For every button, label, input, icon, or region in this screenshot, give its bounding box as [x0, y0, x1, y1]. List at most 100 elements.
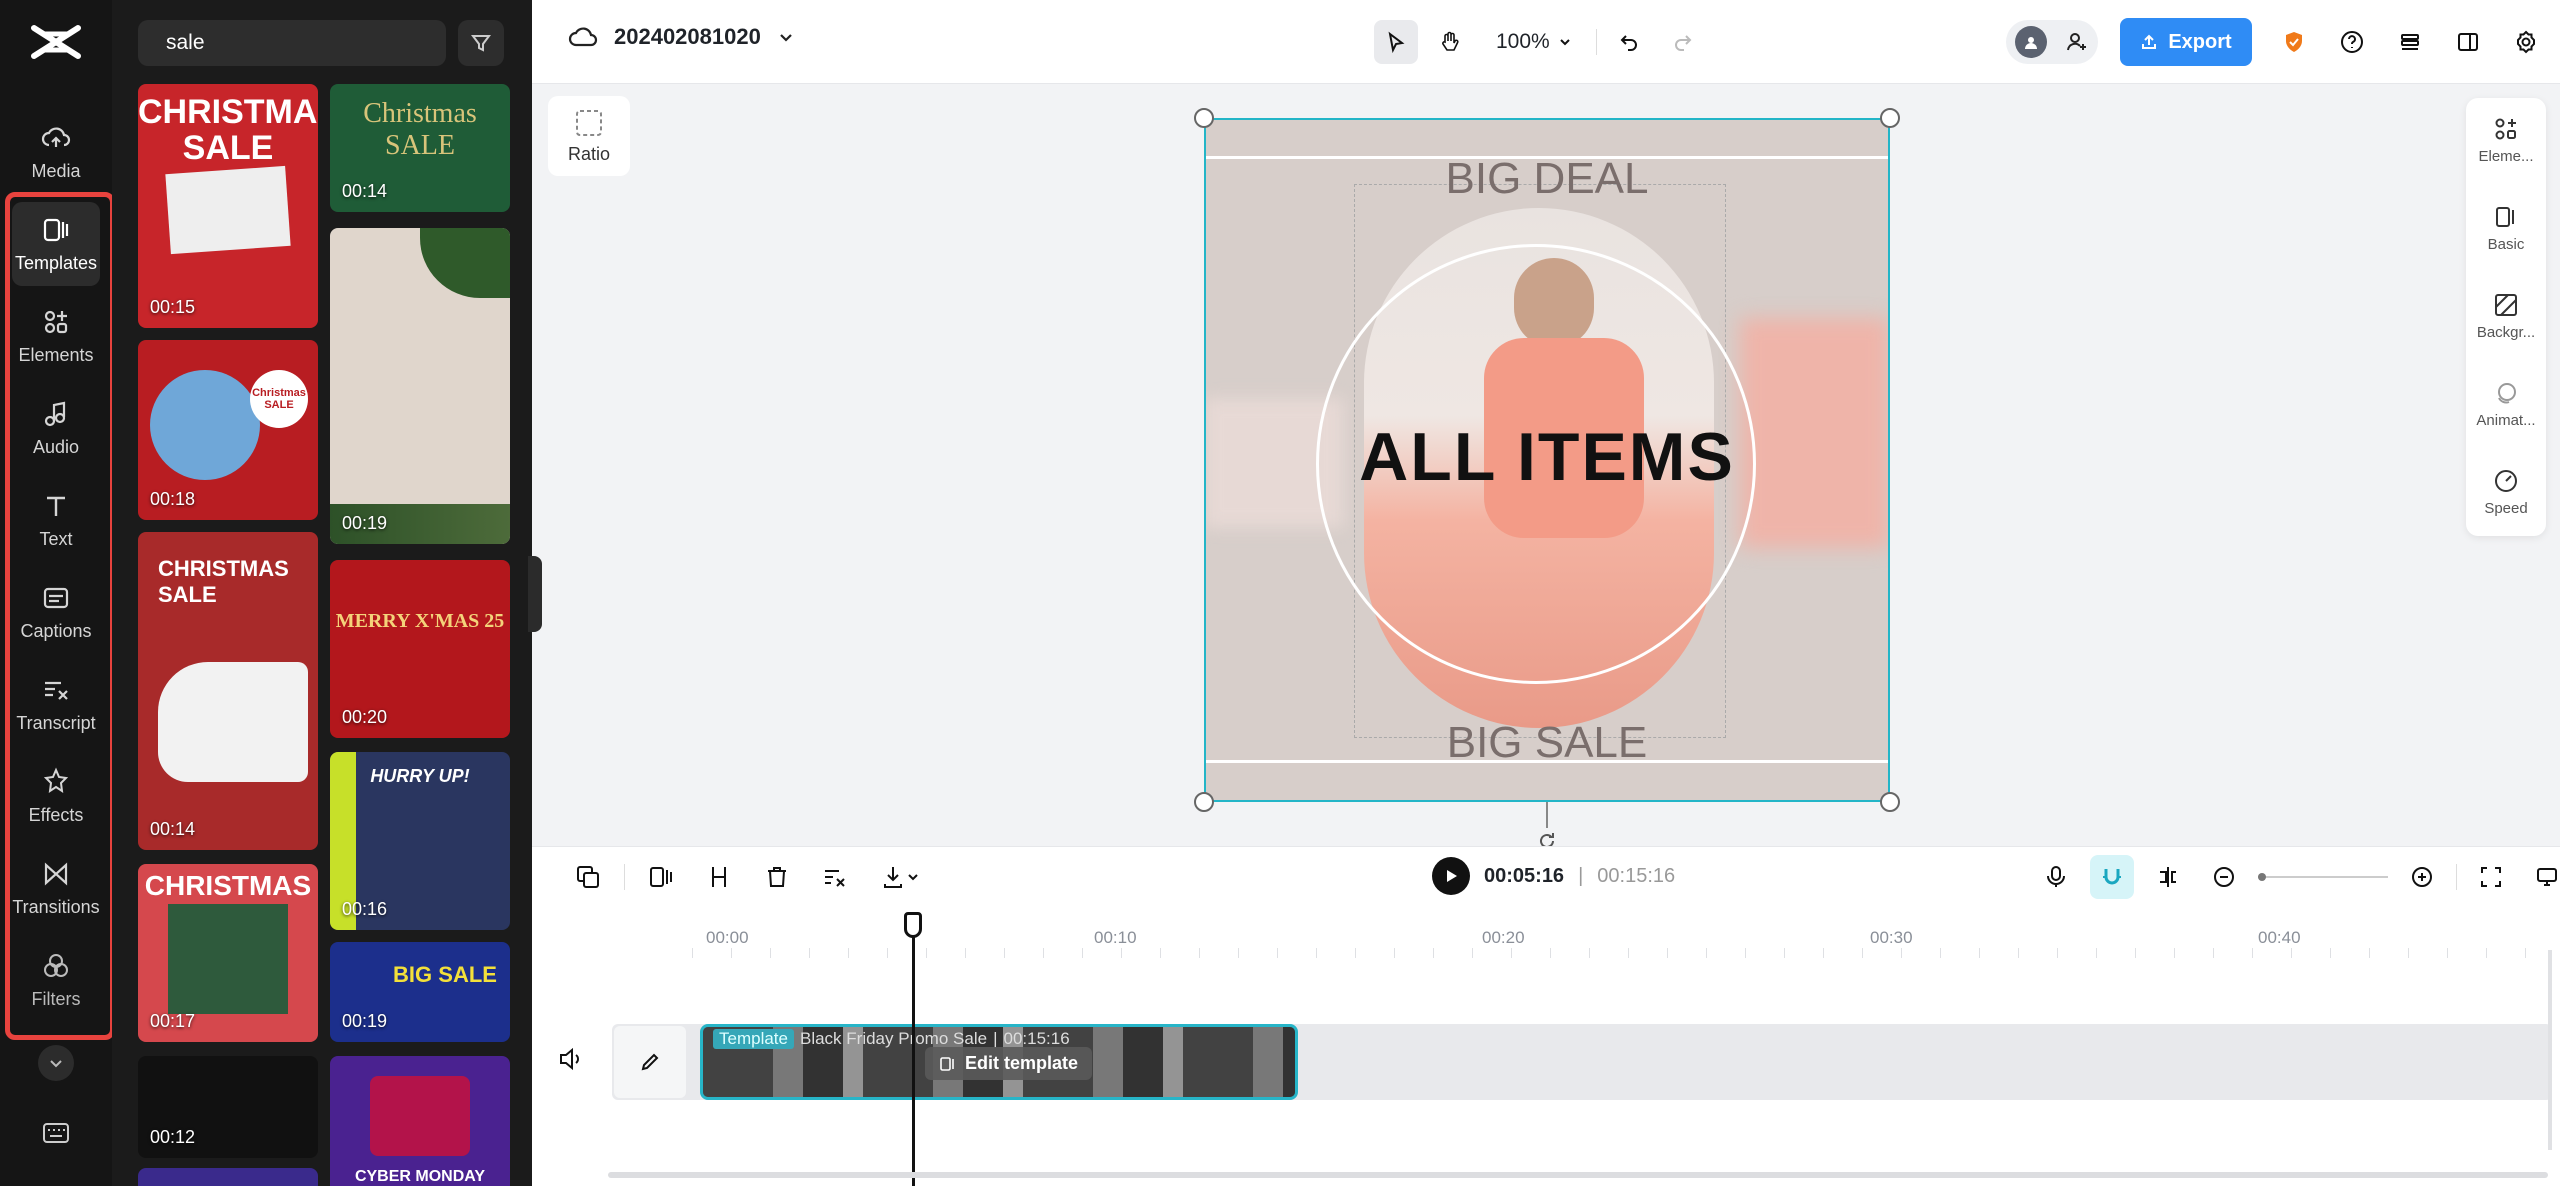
resize-handle[interactable] — [1880, 792, 1900, 812]
template-card-duration: 00:12 — [150, 1127, 196, 1147]
time-separator: | — [1578, 864, 1584, 887]
preview-window-button[interactable] — [2525, 855, 2560, 899]
template-card-title: MERRY X'MAS 25 — [335, 610, 505, 632]
template-card[interactable]: Christmas SALE 00:14 — [330, 84, 510, 212]
prop-elements[interactable]: Eleme... — [2466, 116, 2546, 165]
prop-label: Animat... — [2476, 412, 2536, 429]
replace-button[interactable] — [566, 855, 610, 899]
zoom-dropdown[interactable]: 100% — [1482, 30, 1586, 54]
template-card[interactable]: CHRISTMAS 00:17 — [138, 864, 318, 1042]
template-card[interactable]: HURRY UP! 00:16 — [330, 752, 510, 930]
timeline[interactable]: 00:00 00:10 00:20 00:30 00:40 Template B… — [532, 908, 2560, 1186]
trim-button[interactable] — [697, 855, 741, 899]
filter-icon — [471, 35, 491, 52]
shield-button[interactable] — [2272, 20, 2316, 64]
settings-button[interactable] — [2504, 20, 2548, 64]
template-clip[interactable]: Template Black Friday Promo Sale | 00:15… — [700, 1024, 1298, 1100]
track-mute-button[interactable] — [558, 1046, 584, 1077]
panel-collapse-handle[interactable] — [528, 556, 542, 632]
template-card[interactable]: BIG SALE 00:19 — [330, 942, 510, 1042]
plus-circle-icon — [2412, 867, 2432, 887]
collaborators[interactable] — [2006, 20, 2098, 64]
template-card[interactable]: CYBER MONDAY — [330, 1056, 510, 1186]
help-button[interactable] — [2330, 20, 2374, 64]
template-card-duration: 00:14 — [342, 181, 388, 201]
template-card-title: CHRISTMAS — [144, 870, 312, 901]
split-button[interactable] — [639, 855, 683, 899]
track-edit-button[interactable] — [614, 1026, 686, 1098]
timeline-horizontal-scrollbar[interactable] — [608, 1172, 2548, 1178]
template-card[interactable] — [138, 1168, 318, 1186]
magnet-icon — [2103, 869, 2121, 885]
capcut-logo — [31, 25, 81, 59]
timeline-vertical-scrollbar[interactable] — [2548, 950, 2552, 1150]
template-card[interactable]: MERRY X'MAS 25 00:20 — [330, 560, 510, 738]
layers-button[interactable] — [2388, 20, 2432, 64]
redo-button[interactable] — [1661, 20, 1705, 64]
prop-animation[interactable]: Animat... — [2466, 380, 2546, 429]
hand-tool-button[interactable] — [1428, 20, 1472, 64]
template-card-duration: 00:19 — [342, 1011, 388, 1031]
resize-handle[interactable] — [1194, 792, 1214, 812]
resize-handle[interactable] — [1194, 108, 1214, 128]
current-time: 00:05:16 — [1484, 864, 1565, 887]
chevron-down-icon — [1560, 39, 1570, 46]
rotate-stem — [1546, 802, 1548, 828]
ratio-button[interactable]: Ratio — [548, 96, 630, 176]
trash-icon — [768, 867, 786, 887]
template-card-photo — [168, 904, 288, 1014]
cloud-upload-icon — [41, 126, 71, 147]
download-dropdown[interactable] — [871, 855, 931, 899]
filter-button[interactable] — [458, 20, 504, 66]
template-card-duration: 00:16 — [342, 899, 388, 919]
zoom-value: 100% — [1496, 30, 1550, 53]
template-card-duration: 00:14 — [150, 819, 196, 839]
prop-basic[interactable]: Basic — [2466, 204, 2546, 253]
select-tool-button[interactable] — [1374, 20, 1418, 64]
magnet-toggle[interactable] — [2090, 855, 2134, 899]
project-title-area[interactable]: 202402081020 — [568, 24, 795, 50]
more-nav-button[interactable] — [38, 1045, 74, 1081]
stack-icon — [2401, 34, 2419, 50]
template-card[interactable]: 00:12 — [138, 1056, 318, 1158]
template-card[interactable]: 00:19 — [330, 228, 510, 544]
template-card-duration: 00:18 — [150, 489, 196, 509]
nav-media[interactable]: Media — [12, 110, 100, 194]
timeline-edit-tools — [566, 855, 931, 899]
layout-button[interactable] — [2446, 20, 2490, 64]
split-preview-button[interactable] — [2146, 855, 2190, 899]
prop-label: Speed — [2484, 500, 2528, 517]
minus-circle-icon — [2214, 867, 2234, 887]
playhead-line[interactable] — [912, 912, 915, 1186]
playhead-handle[interactable] — [904, 912, 922, 938]
template-card-title: BIG SALE — [393, 962, 497, 987]
detach-button[interactable] — [813, 855, 857, 899]
keyboard-shortcuts-button[interactable] — [38, 1118, 74, 1148]
delete-button[interactable] — [755, 855, 799, 899]
template-card[interactable]: Christmas SALE 00:18 — [138, 340, 318, 520]
slider-knob[interactable] — [2258, 873, 2266, 881]
chevron-down-icon[interactable] — [777, 28, 795, 46]
record-audio-button[interactable] — [2034, 855, 2078, 899]
pencil-icon — [641, 1053, 659, 1071]
template-card[interactable]: CHRISTMAS SALE 00:15 — [138, 84, 318, 328]
zoom-out-button[interactable] — [2202, 855, 2246, 899]
template-search-input[interactable] — [164, 30, 439, 56]
template-card[interactable]: CHRISTMAS SALE 00:14 — [138, 532, 318, 850]
resize-handle[interactable] — [1880, 108, 1900, 128]
edit-template-button[interactable]: Edit template — [925, 1047, 1093, 1080]
zoom-in-button[interactable] — [2400, 855, 2444, 899]
export-button[interactable]: Export — [2120, 18, 2252, 66]
split-icon — [2160, 867, 2176, 887]
project-name[interactable]: 202402081020 — [614, 24, 761, 50]
template-card-title: CYBER MONDAY — [354, 1168, 486, 1185]
time-ruler[interactable] — [692, 948, 2542, 958]
undo-button[interactable] — [1607, 20, 1651, 64]
timeline-right-tools — [2034, 855, 2560, 899]
timeline-zoom-slider[interactable] — [2258, 873, 2388, 881]
prop-speed[interactable]: Speed — [2466, 468, 2546, 517]
templates-panel: CHRISTMAS SALE 00:15 Christmas SALE 00:1… — [112, 0, 532, 1186]
prop-background[interactable]: Backgr... — [2466, 292, 2546, 341]
fullscreen-button[interactable] — [2469, 855, 2513, 899]
play-button[interactable] — [1432, 857, 1470, 895]
